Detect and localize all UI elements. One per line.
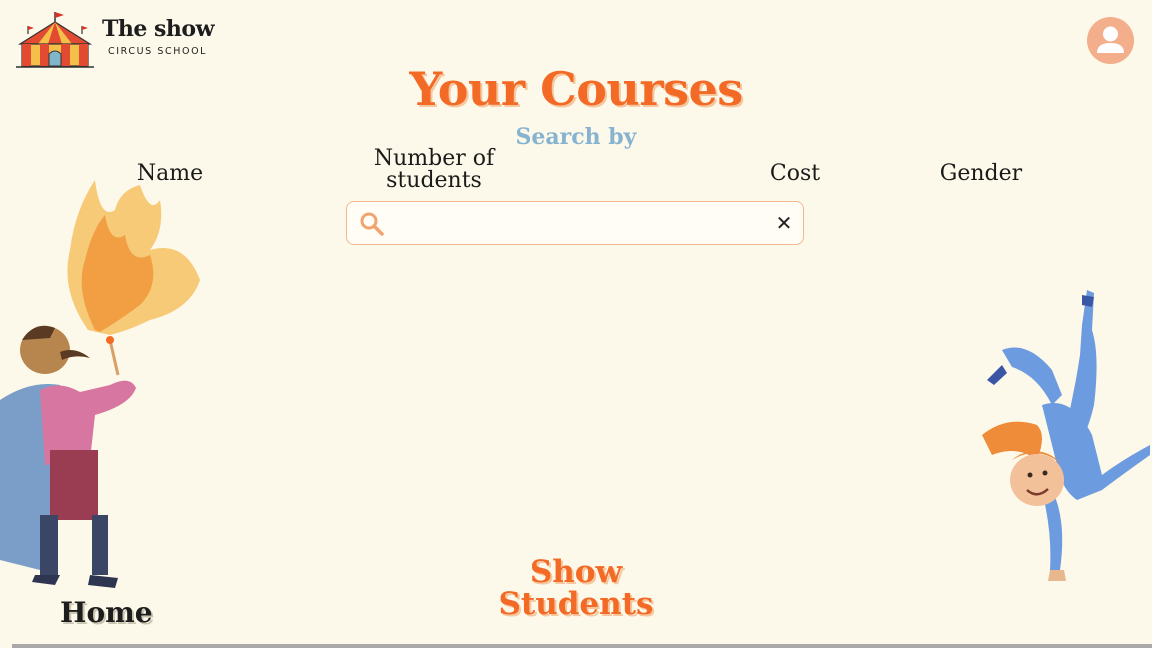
page-title: Your Courses (409, 62, 743, 116)
filter-gender[interactable]: Gender (935, 163, 1027, 185)
search-icon[interactable] (359, 211, 385, 237)
filter-number-of-students[interactable]: Number of students (370, 148, 498, 192)
user-avatar-icon (1097, 26, 1124, 53)
circus-tent-icon (16, 12, 94, 68)
bottom-divider (12, 644, 1152, 648)
filter-cost[interactable]: Cost (765, 163, 825, 185)
search-by-label: Search by (515, 124, 637, 150)
search-input[interactable] (393, 208, 767, 240)
fire-breather-illustration (0, 180, 200, 588)
acrobat-illustration (982, 290, 1150, 581)
brand-name: The show (102, 16, 215, 42)
brand-subtitle: CIRCUS SCHOOL (108, 46, 208, 57)
close-icon[interactable]: ✕ (773, 212, 795, 234)
search-bar: ✕ (346, 201, 804, 245)
profile-button[interactable] (1087, 17, 1134, 64)
home-link[interactable]: Home (60, 596, 153, 629)
brand-logo[interactable]: The show CIRCUS SCHOOL (14, 10, 215, 70)
show-students-button[interactable]: Show Students (476, 556, 676, 620)
